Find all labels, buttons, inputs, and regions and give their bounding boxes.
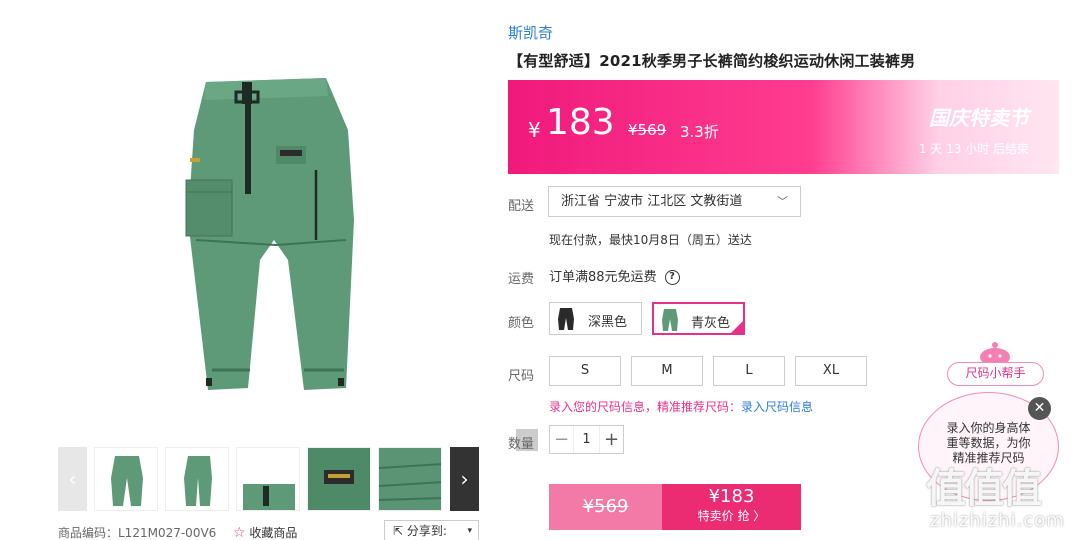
shipping-info: 订单满88元免运费?: [549, 266, 680, 285]
discount-rate: 3.3折: [680, 123, 719, 141]
size-tip-text: 录入您的尺码信息，精准推荐尺码：: [549, 400, 742, 414]
thumbnail-4[interactable]: [307, 447, 371, 511]
thumbnail-image: [184, 456, 212, 506]
buy-now-button[interactable]: ¥183 特卖价 抢 〉: [662, 484, 801, 530]
selected-check-icon: ✓: [729, 319, 759, 335]
size-option-m[interactable]: M: [631, 356, 703, 386]
chevron-right-icon: ›: [460, 467, 469, 491]
quantity-input[interactable]: 1: [574, 426, 599, 453]
thumbnail-5[interactable]: [378, 447, 442, 511]
watermark-logo: 值值值: [926, 466, 1042, 512]
size-label: 尺码: [508, 369, 535, 384]
green-pants-swatch: [662, 309, 678, 331]
thumbnail-image: [308, 448, 370, 510]
chevron-down-icon: ﹀: [777, 195, 788, 208]
chevron-left-icon: ‹: [68, 467, 77, 491]
star-icon: ☆: [233, 525, 246, 540]
color-option-label: 深黑色: [588, 315, 628, 330]
countdown: 1 天 13 小时 后结束: [918, 142, 1029, 156]
size-option-xl[interactable]: XL: [795, 356, 867, 386]
thumbnail-1[interactable]: [94, 447, 158, 511]
thumbnail-image: [243, 484, 295, 510]
shipping-text: 订单满88元免运费: [549, 270, 657, 285]
original-price-button[interactable]: ¥569: [549, 484, 662, 530]
address-value: 浙江省 宁波市 江北区 文教街道: [561, 194, 743, 209]
delivery-eta: 现在付款，最快10月8日（周五）送达: [549, 233, 752, 247]
size-helper-button[interactable]: 尺码小帮手: [947, 362, 1044, 386]
thumbnail-3[interactable]: [236, 447, 300, 511]
watermark-url: zhizhizhi.com: [930, 510, 1065, 531]
color-option-black[interactable]: 深黑色: [549, 302, 642, 335]
favorite-button[interactable]: ☆ 收藏商品: [233, 524, 297, 540]
size-option-s[interactable]: S: [549, 356, 621, 386]
size-tip: 录入您的尺码信息，精准推荐尺码：录入尺码信息: [549, 398, 813, 415]
currency-symbol: ¥: [528, 118, 541, 142]
pants-image: [185, 78, 354, 390]
thumbnail-image: [111, 456, 143, 506]
share-label: 分享到:: [406, 524, 447, 538]
shipping-label: 运费: [508, 272, 535, 287]
delivery-label: 配送: [508, 199, 535, 214]
product-code: 商品编码：L121M027-00V6: [58, 526, 217, 540]
quantity-stepper: − 1 +: [549, 425, 624, 454]
buy-sale-price: ¥183: [708, 486, 755, 507]
chevron-down-icon: ▾: [467, 526, 472, 536]
size-option-l[interactable]: L: [713, 356, 785, 386]
event-name: 国庆特卖节: [929, 106, 1029, 130]
help-icon[interactable]: ?: [664, 270, 680, 285]
brand-link[interactable]: 斯凯奇: [508, 22, 553, 43]
buy-sale-label: 特卖价 抢 〉: [697, 509, 766, 523]
size-tip-link[interactable]: 录入尺码信息: [741, 400, 813, 414]
black-pants-swatch: [558, 308, 574, 330]
quantity-plus-button[interactable]: +: [599, 426, 623, 453]
promo-banner: ¥ 183 ¥569 3.3折 国庆特卖节 1 天 13 小时 后结束: [508, 80, 1059, 174]
product-title: 【有型舒适】2021秋季男子长裤简约梭织运动休闲工装裤男: [508, 52, 916, 70]
thumbnail-next-button[interactable]: ›: [450, 447, 479, 511]
quantity-minus-button[interactable]: −: [550, 426, 574, 453]
color-option-green[interactable]: 青灰色 ✓: [652, 302, 759, 335]
share-dropdown[interactable]: ⇱ 分享到: ▾: [384, 520, 479, 540]
thumbnail-2[interactable]: [165, 447, 229, 511]
original-price: ¥569: [628, 121, 667, 139]
sale-price: 183: [546, 102, 615, 143]
thumbnail-image: [379, 448, 441, 510]
color-option-label: 青灰色: [691, 316, 731, 331]
favorite-label: 收藏商品: [249, 526, 298, 540]
color-label: 颜色: [508, 316, 535, 331]
main-product-image[interactable]: ⌕: [58, 10, 538, 451]
share-icon: ⇱: [393, 524, 404, 538]
address-select[interactable]: 浙江省 宁波市 江北区 文教街道 ﹀: [548, 186, 801, 217]
quantity-label: 数量: [508, 437, 535, 452]
thumbnail-prev-button[interactable]: ‹: [58, 447, 87, 511]
close-icon[interactable]: ✕: [1028, 397, 1051, 420]
product-page: ⌕ ‹ › 商品编码：L121M027-00V6 ☆ 收藏商品 ⇱ 分享到: ▾…: [0, 0, 1078, 540]
